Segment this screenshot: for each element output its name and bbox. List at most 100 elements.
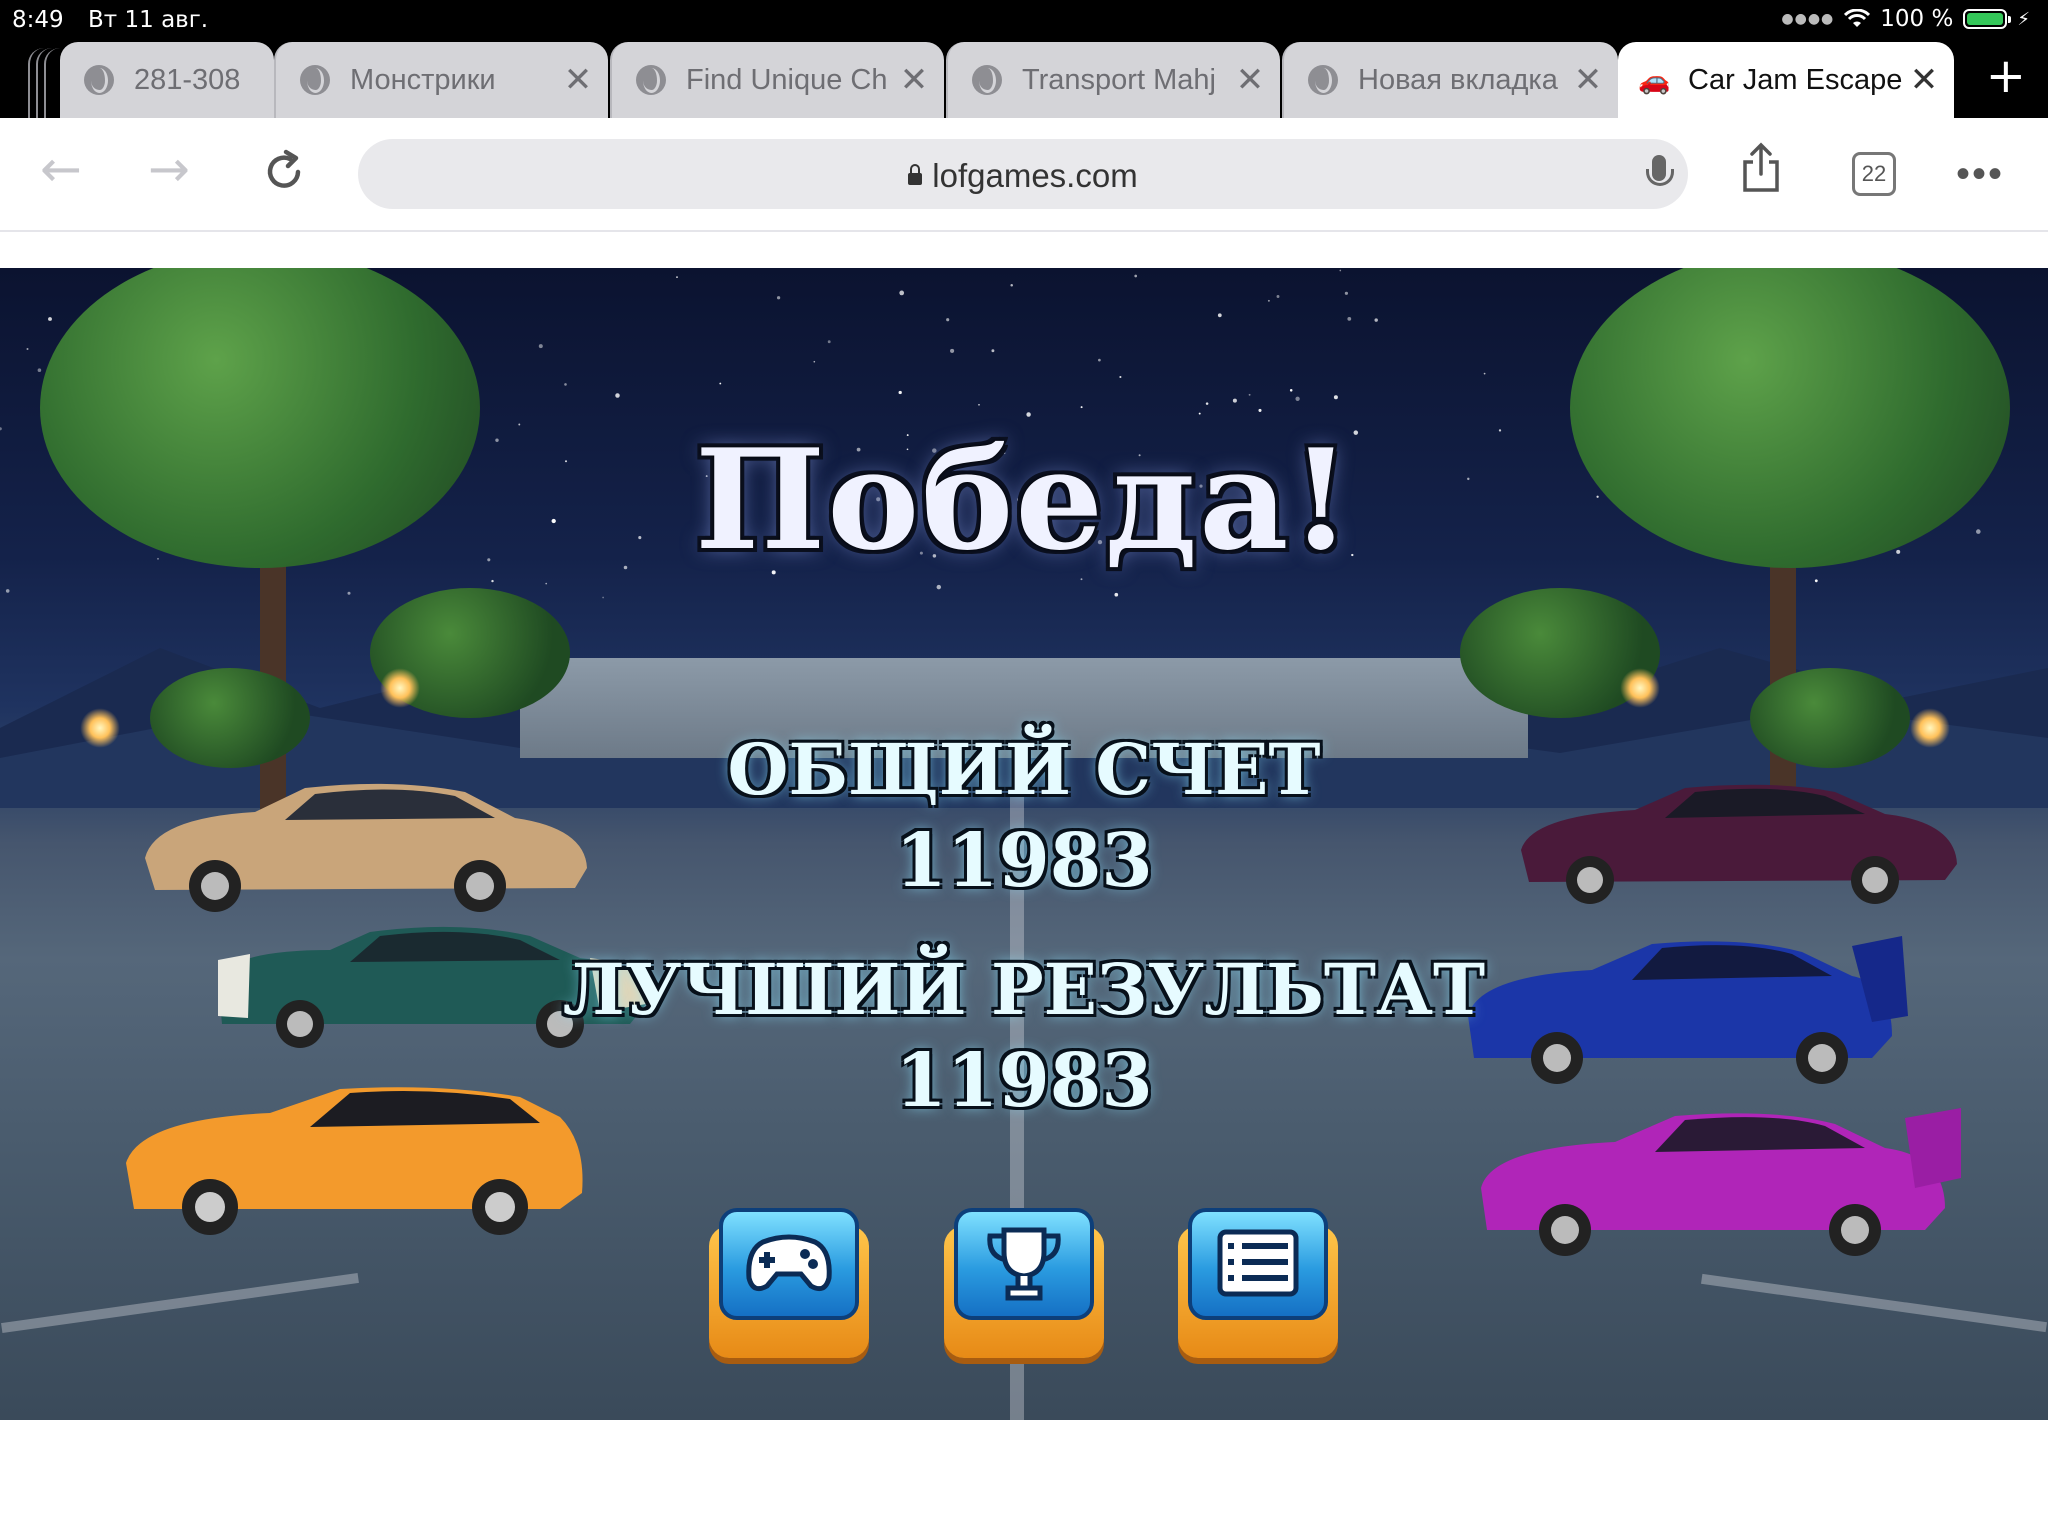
star	[1374, 318, 1378, 322]
status-right: ●●●● 100 % ⚡	[1781, 6, 2030, 32]
wifi-icon	[1844, 9, 1871, 27]
star	[48, 317, 52, 321]
star	[1198, 412, 1201, 415]
globe-icon	[636, 65, 666, 95]
car-favicon-icon: 🚗	[1638, 64, 1671, 95]
tab-stack-edge	[44, 48, 60, 118]
share-icon[interactable]	[1740, 142, 1782, 194]
star	[950, 348, 955, 353]
signal-dots-icon: ●●●●	[1781, 11, 1835, 27]
star	[1010, 283, 1013, 287]
parking-line	[1700, 1273, 2048, 1333]
street-lamp	[1620, 668, 1660, 708]
star	[946, 318, 950, 322]
reload-icon[interactable]	[260, 148, 308, 196]
play-again-button[interactable]	[709, 1208, 869, 1358]
star	[813, 360, 816, 363]
star	[1205, 402, 1209, 405]
star	[1344, 291, 1348, 295]
menu-list-icon	[1217, 1229, 1299, 1297]
purple-car	[1481, 1108, 1961, 1256]
star	[1276, 295, 1280, 298]
star	[827, 340, 831, 344]
tab-strip: 281-308 Монстрики ✕ Find Unique Ch ✕ Tra…	[0, 40, 2048, 118]
address-bar[interactable]: lofgames.com	[358, 139, 1688, 209]
star	[978, 403, 980, 406]
star	[538, 344, 543, 349]
close-tab-icon[interactable]: ✕	[558, 60, 598, 100]
star	[1232, 398, 1237, 403]
victory-title: Победа!	[694, 418, 1354, 581]
star	[1289, 389, 1293, 392]
tab-title: Find Unique Ch	[686, 63, 888, 96]
street-lamp	[380, 668, 420, 708]
star	[1026, 412, 1031, 417]
star	[1119, 375, 1122, 379]
star	[898, 390, 902, 395]
browser-toolbar: ← → lofgames.com 22 •••	[0, 118, 2048, 232]
gamepad-icon	[746, 1234, 832, 1292]
globe-icon	[972, 65, 1002, 95]
tab-transport-mahjong[interactable]: Transport Mahj ✕	[946, 42, 1280, 118]
charging-icon: ⚡	[2017, 8, 2030, 30]
star	[615, 393, 620, 398]
star	[991, 349, 995, 353]
star	[1080, 406, 1083, 409]
star	[1483, 372, 1486, 375]
close-tab-icon[interactable]: ✕	[1230, 60, 1270, 100]
star	[1339, 269, 1342, 272]
total-score-label: ОБЩИЙ СЧЕТ	[727, 728, 1321, 811]
parking-line	[1, 1272, 359, 1334]
star	[1333, 395, 1338, 400]
star	[1217, 313, 1222, 318]
microphone-icon[interactable]	[1646, 155, 1674, 186]
star	[564, 383, 567, 386]
tab-title: Car Jam Escape	[1688, 63, 1903, 96]
tab-new-tab[interactable]: Новая вкладка ✕	[1282, 42, 1618, 118]
star	[26, 348, 29, 350]
tab-title: Новая вкладка	[1358, 63, 1558, 96]
globe-icon	[300, 65, 330, 95]
status-bar: 8:49 Вт 11 авг. ●●●● 100 % ⚡	[0, 0, 2048, 40]
star	[37, 368, 42, 372]
trophy-icon	[987, 1227, 1061, 1301]
star	[1098, 358, 1101, 362]
total-score-value: 11983	[895, 818, 1153, 904]
more-menu-icon[interactable]: •••	[1956, 152, 2004, 197]
tab-car-jam-escape[interactable]: 🚗 Car Jam Escape ✕	[1618, 42, 1954, 118]
status-date: Вт 11 авг.	[88, 7, 209, 33]
star	[719, 382, 722, 385]
star	[1134, 274, 1138, 278]
battery-icon	[1963, 9, 2012, 29]
tab-281-308[interactable]: 281-308	[60, 42, 274, 118]
tab-title: Transport Mahj	[1022, 63, 1216, 96]
menu-button[interactable]	[1178, 1208, 1338, 1358]
new-tab-plus-icon[interactable]: +	[1986, 48, 2026, 104]
best-result-label: ЛУЧШИЙ РЕЗУЛЬТАТ	[562, 948, 1486, 1031]
back-arrow-icon[interactable]: ←	[40, 140, 82, 198]
battery-percent: 100 %	[1880, 6, 1954, 32]
game-canvas[interactable]: Победа! ОБЩИЙ СЧЕТ 11983 ЛУЧШИЙ РЕЗУЛЬТА…	[0, 268, 2048, 1420]
star	[545, 582, 548, 585]
star	[1295, 396, 1300, 401]
tab-monstriki[interactable]: Монстрики ✕	[274, 42, 608, 118]
close-tab-icon[interactable]: ✕	[1568, 60, 1608, 100]
close-tab-icon[interactable]: ✕	[894, 60, 934, 100]
tab-title: Монстрики	[350, 63, 496, 96]
star	[676, 276, 678, 278]
star	[1258, 408, 1262, 412]
star	[1248, 393, 1251, 396]
lock-icon	[908, 164, 923, 185]
forward-arrow-icon[interactable]: →	[148, 140, 190, 198]
leaderboard-button[interactable]	[944, 1208, 1104, 1358]
best-result-value: 11983	[895, 1038, 1153, 1124]
star	[899, 290, 905, 296]
close-tab-icon[interactable]: ✕	[1904, 60, 1944, 100]
globe-icon	[1308, 65, 1338, 95]
star	[1267, 299, 1270, 302]
tab-find-unique[interactable]: Find Unique Ch ✕	[610, 42, 944, 118]
tabs-count-button[interactable]: 22	[1852, 152, 1896, 196]
tab-title: 281-308	[134, 63, 241, 96]
url-text: lofgames.com	[932, 157, 1138, 194]
globe-icon	[84, 65, 114, 95]
